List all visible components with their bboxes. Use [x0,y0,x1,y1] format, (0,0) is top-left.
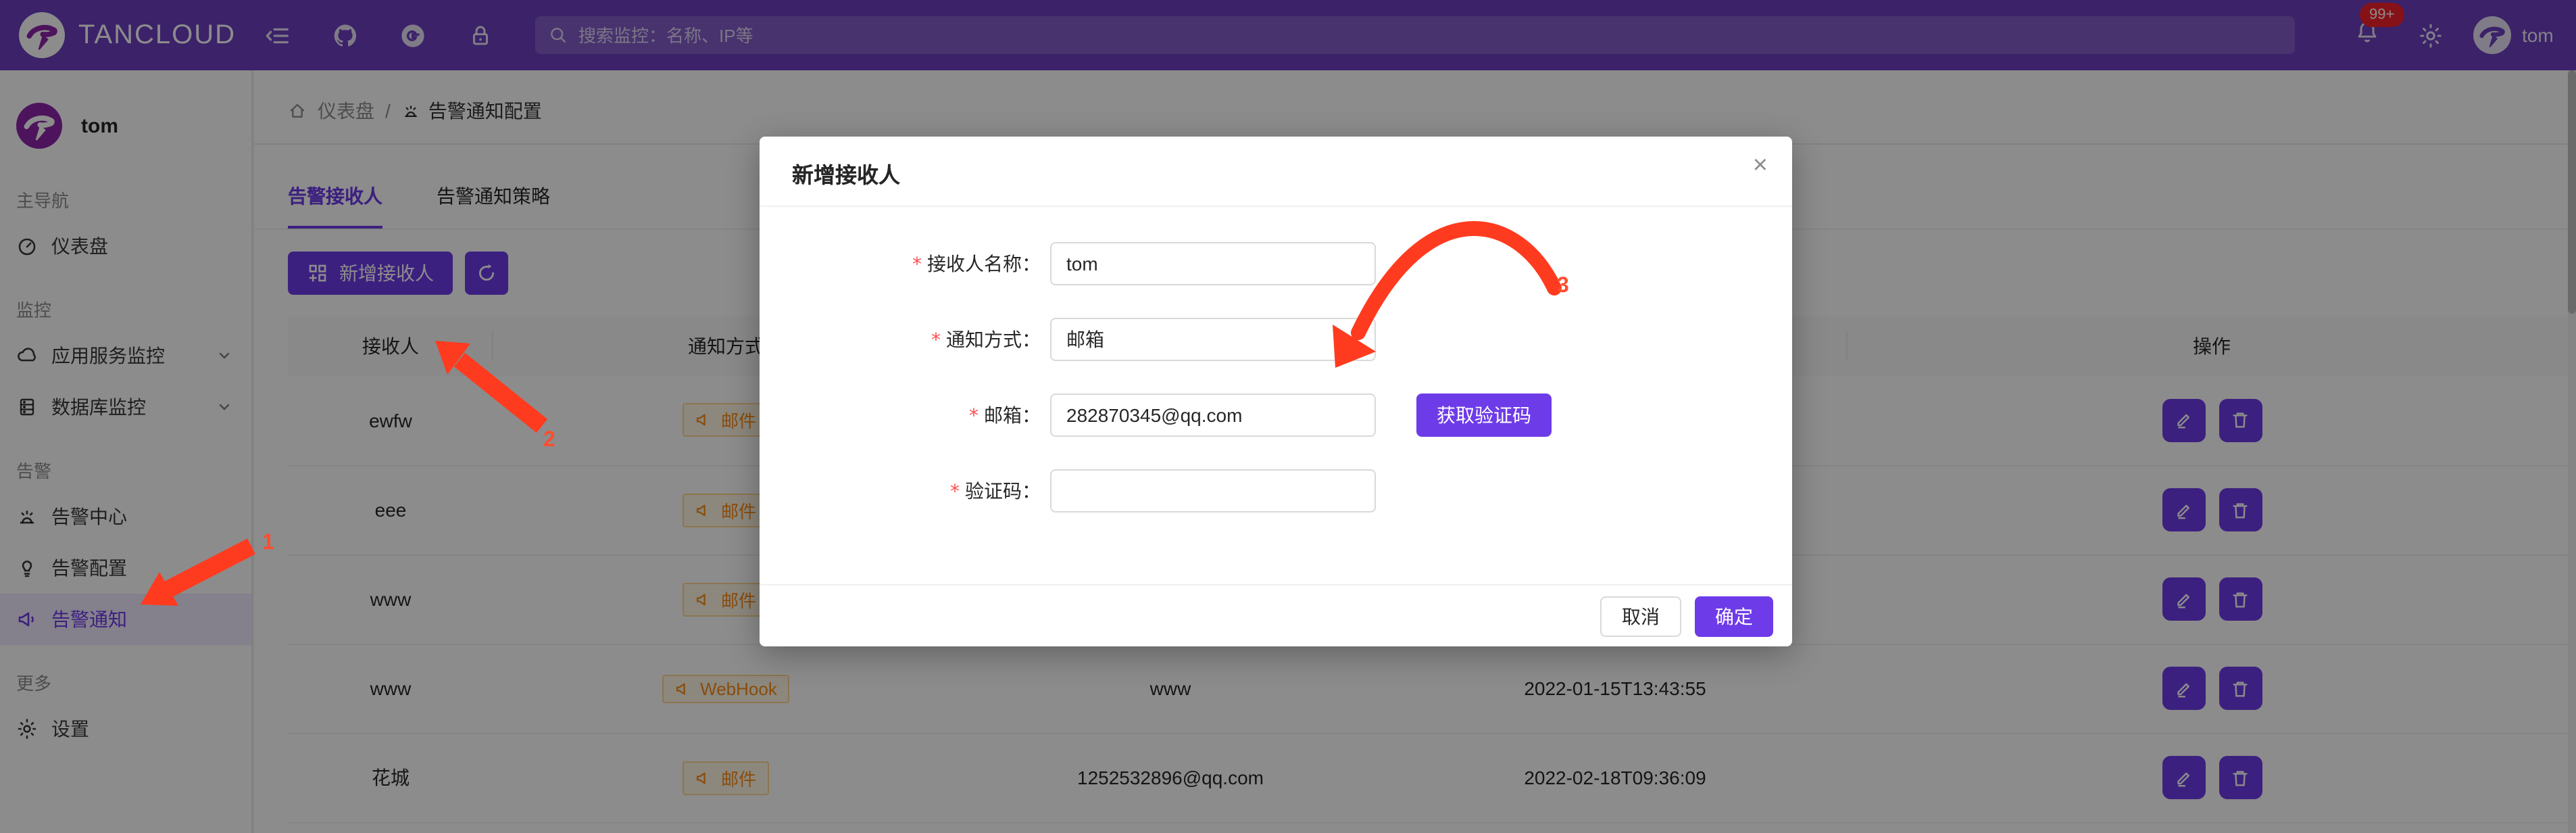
field-label: *通知方式： [760,326,1041,353]
form-row-name: *接收人名称： [760,242,1792,285]
verify-code-field-label: 验证码： [965,480,1041,502]
name-field-label: 接收人名称： [927,253,1041,275]
modal-footer: 取消 确定 [760,584,1792,646]
field-label: *邮箱： [760,402,1041,429]
app-window: TANCLOUD [0,0,2576,833]
receiver-name-input[interactable] [1050,242,1376,285]
notice-type-value: 邮箱 [1066,326,1104,353]
email-field-label: 邮箱： [984,404,1041,426]
verify-code-input[interactable] [1050,469,1376,513]
required-mark: * [912,254,922,276]
notice-type-select[interactable]: 邮箱 [1050,318,1376,361]
modal-header: 新增接收人 × [760,137,1792,207]
required-mark: * [931,330,941,352]
close-icon[interactable]: × [1753,153,1768,178]
form-row-email: *邮箱： 获取验证码 [760,394,1792,437]
modal-body: *接收人名称： *通知方式： 邮箱 *邮箱： 获取验证码 *验证码： [760,207,1792,513]
get-verify-code-button[interactable]: 获取验证码 [1416,394,1552,437]
modal-title: 新增接收人 [792,165,900,188]
notice-type-field-label: 通知方式： [946,329,1041,350]
form-row-notice-type: *通知方式： 邮箱 [760,318,1792,361]
chevron-down-icon [1343,331,1360,348]
required-mark: * [969,406,979,427]
email-input[interactable] [1050,394,1376,437]
cancel-button[interactable]: 取消 [1600,596,1681,636]
field-label: *接收人名称： [760,250,1041,277]
field-label: *验证码： [760,477,1041,504]
ok-button[interactable]: 确定 [1695,596,1773,636]
required-mark: * [950,481,960,503]
form-row-verify-code: *验证码： [760,469,1792,513]
add-receiver-modal: 新增接收人 × *接收人名称： *通知方式： 邮箱 *邮箱： 获取验证码 * [760,137,1792,646]
